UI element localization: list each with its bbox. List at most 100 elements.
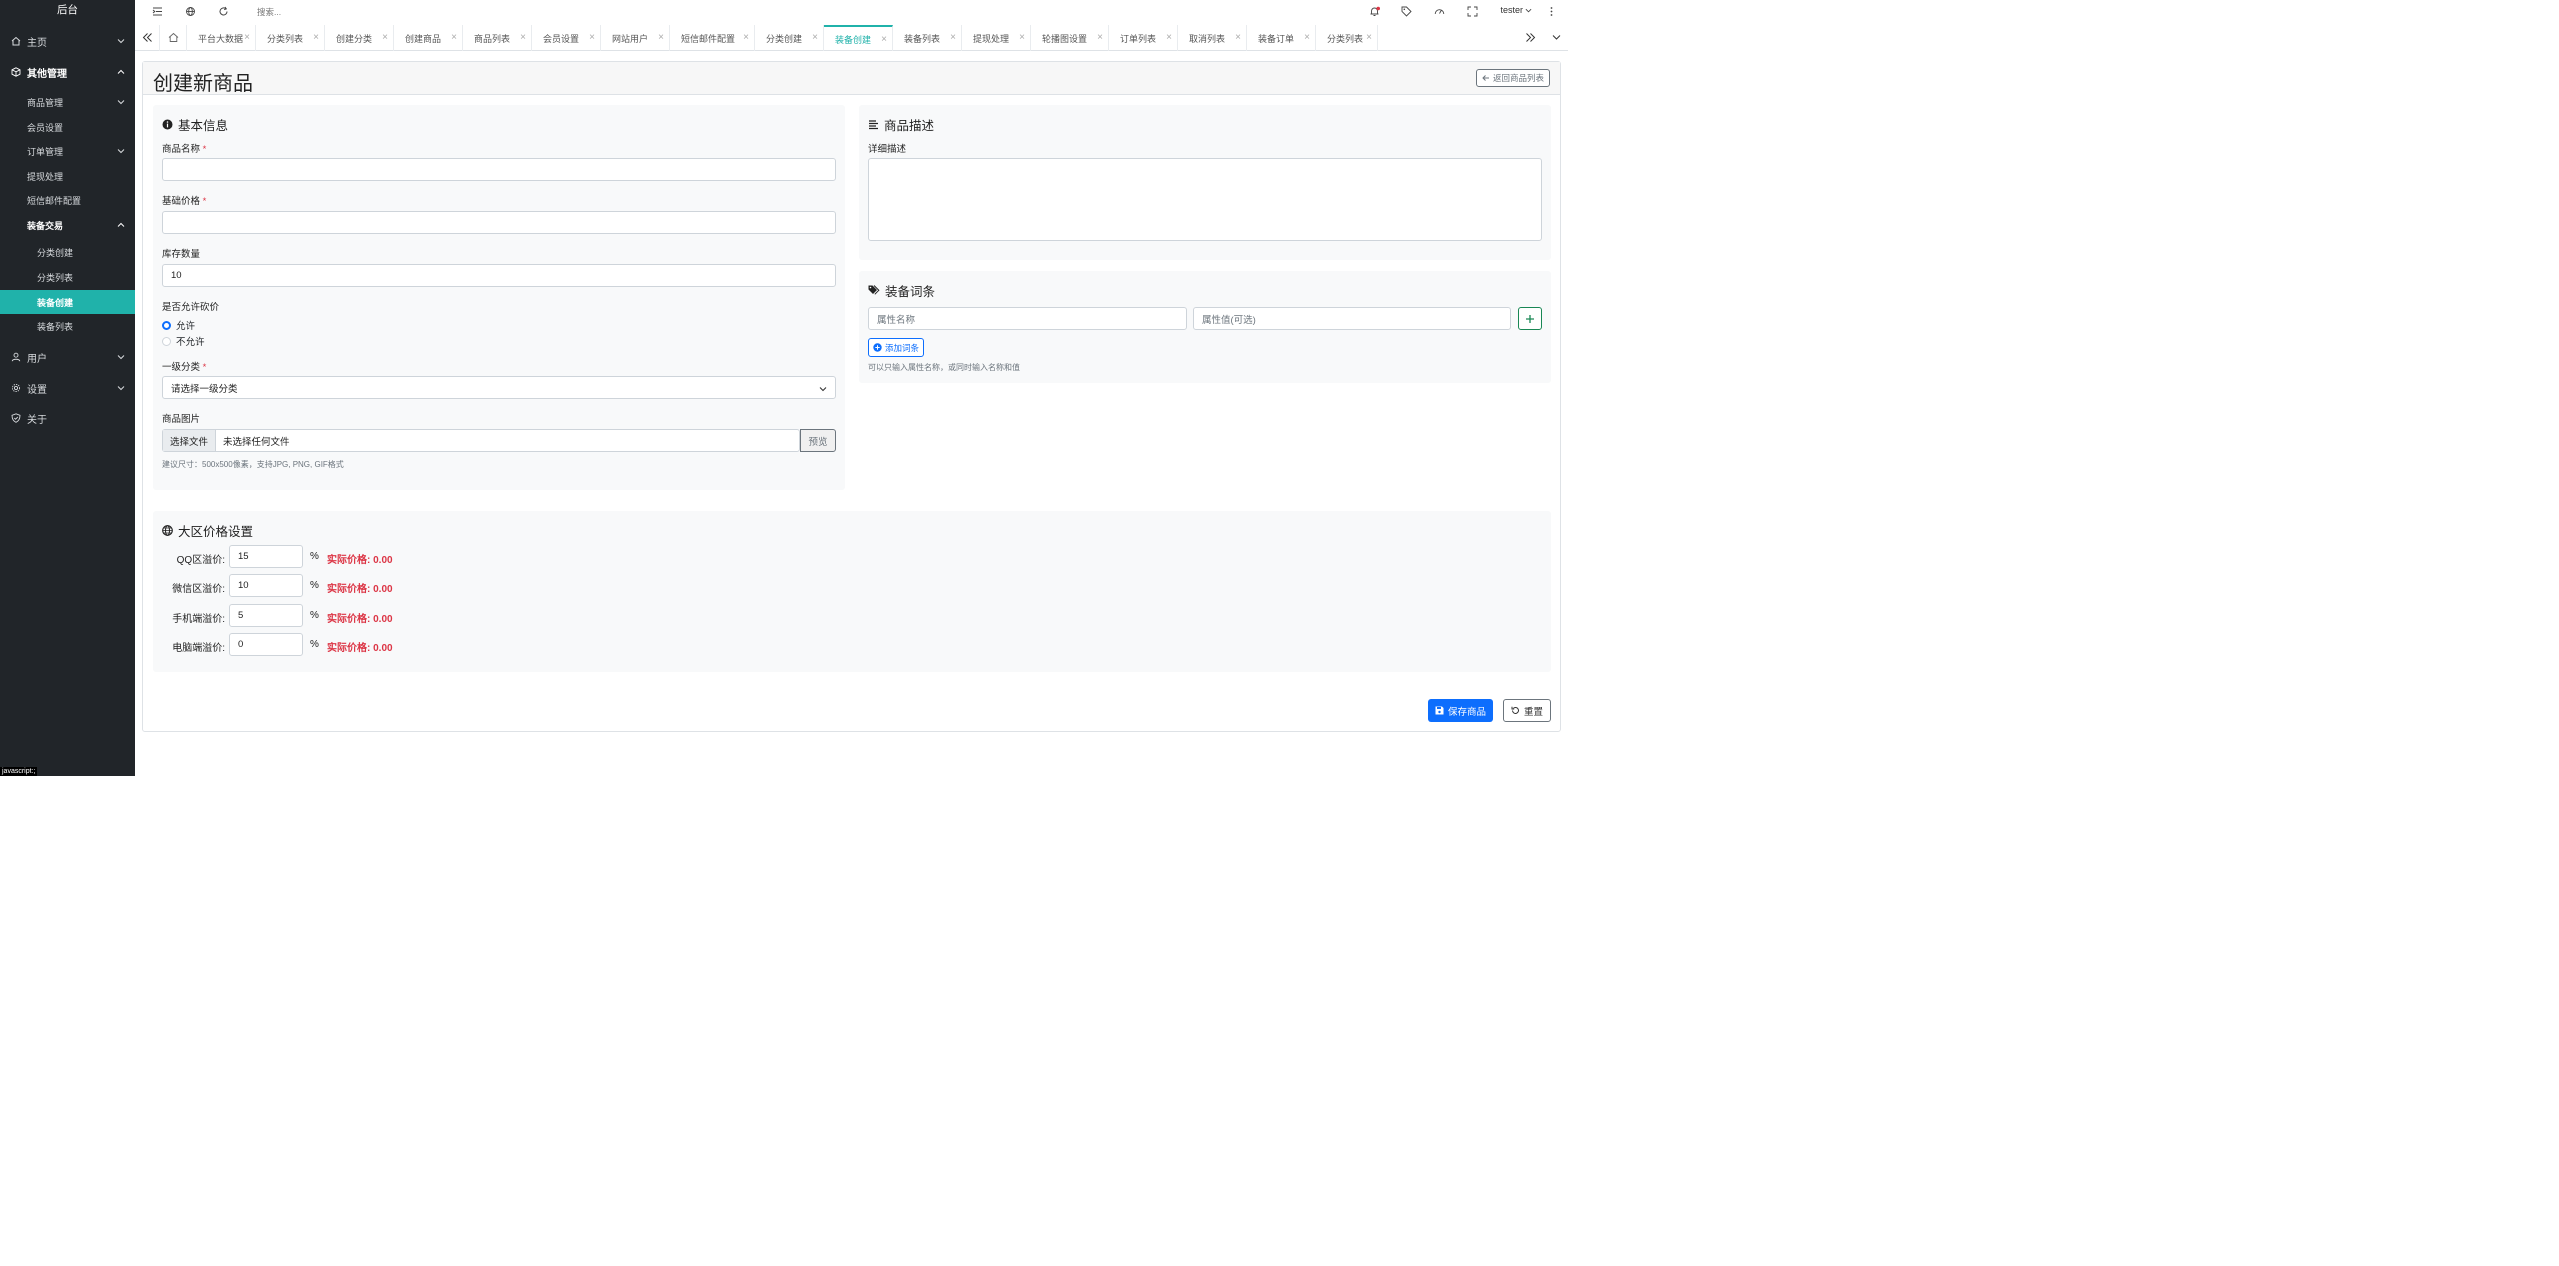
close-icon[interactable]: × [1019, 32, 1025, 43]
tab-item[interactable]: 会员设置 × [532, 25, 601, 51]
close-icon[interactable]: × [950, 32, 956, 43]
close-icon[interactable]: × [589, 32, 595, 43]
base-price-input[interactable] [162, 211, 836, 234]
close-icon[interactable]: × [244, 32, 250, 43]
attribute-value-input[interactable]: 属性值(可选) [1193, 307, 1511, 330]
wechat-region-input[interactable]: 10 [229, 574, 303, 597]
tab-item[interactable]: 装备创建 × [824, 25, 893, 51]
close-icon[interactable]: × [658, 32, 664, 43]
close-icon[interactable]: × [743, 32, 749, 43]
tab-item[interactable]: 短信邮件配置 × [670, 25, 755, 51]
user-menu[interactable]: tester [1500, 5, 1532, 15]
fullscreen-icon[interactable] [1467, 6, 1478, 17]
close-icon[interactable]: × [1235, 32, 1241, 43]
globe-icon[interactable] [185, 6, 196, 17]
close-icon[interactable]: × [1366, 32, 1372, 43]
sidebar-item-users[interactable]: 用户 [0, 345, 135, 369]
attributes-title: 装备词条 [868, 281, 935, 300]
sidebar-item-category-create[interactable]: 分类创建 [0, 240, 135, 264]
close-icon[interactable]: × [1304, 32, 1310, 43]
tab-item[interactable]: 分类列表 × [1316, 25, 1378, 51]
preview-button[interactable]: 预览 [800, 429, 836, 452]
sidebar-item-product-management[interactable]: 商品管理 [0, 90, 135, 114]
sidebar-item-category-list[interactable]: 分类列表 [0, 265, 135, 289]
pc-region-input[interactable]: 0 [229, 633, 303, 656]
basic-info-title: 基本信息 [162, 115, 228, 134]
tab-item[interactable]: 创建商品 × [394, 25, 463, 51]
add-attribute-button[interactable]: 添加词条 [868, 338, 925, 357]
sidebar-item-order-management[interactable]: 订单管理 [0, 139, 135, 163]
sidebar-item-home[interactable]: 主页 [0, 29, 135, 53]
tab-item[interactable]: 平台大数据 × [187, 25, 256, 51]
sidebar-item-withdrawal[interactable]: 提现处理 [0, 164, 135, 188]
tab-label: 分类创建 [766, 33, 803, 44]
choose-file-button[interactable]: 选择文件 [163, 430, 217, 451]
tab-item[interactable]: 订单列表 × [1109, 25, 1178, 51]
qq-region-real-price: 实际价格: 0.00 [327, 555, 393, 566]
tab-item[interactable]: 商品列表 × [463, 25, 532, 51]
mobile-region-input[interactable]: 5 [229, 604, 303, 627]
reset-button[interactable]: 重置 [1503, 699, 1552, 722]
tab-item[interactable]: 创建分类 × [325, 25, 394, 51]
tab-item[interactable]: 装备列表 × [893, 25, 962, 51]
bell-icon[interactable] [1369, 6, 1380, 17]
no-file-text: 未选择任何文件 [223, 436, 290, 448]
tab-item[interactable]: 网站用户 × [601, 25, 670, 51]
sidebar-item-label: 主页 [27, 37, 47, 49]
close-icon[interactable]: × [1097, 32, 1103, 43]
tab-item[interactable]: 提现处理 × [962, 25, 1031, 51]
tab-home[interactable] [159, 25, 187, 51]
double-chevron-right-icon[interactable] [1525, 32, 1536, 43]
qq-region-input[interactable]: 15 [229, 545, 303, 568]
close-icon[interactable]: × [451, 32, 457, 43]
sidebar-item-other-management[interactable]: 其他管理 [0, 60, 135, 84]
category-label: 一级分类 * [162, 359, 206, 373]
close-icon[interactable]: × [1166, 32, 1172, 43]
sidebar-item-equipment-create[interactable]: 装备创建 [0, 290, 135, 314]
tab-item[interactable]: 装备订单 × [1247, 25, 1316, 51]
detail-label: 详细描述 [868, 144, 907, 155]
close-icon[interactable]: × [812, 32, 818, 43]
tab-item[interactable]: 分类创建 × [755, 25, 824, 51]
menu-toggle-icon[interactable] [152, 6, 163, 17]
dashboard-icon[interactable] [1434, 6, 1445, 17]
product-name-input[interactable] [162, 158, 836, 181]
basic-info-panel: 基本信息 商品名称 * 基础价格 * 库存数量 10 是否允许砍价 允许 不允许… [153, 105, 845, 490]
sidebar-item-member-settings[interactable]: 会员设置 [0, 115, 135, 139]
sidebar-item-settings[interactable]: 设置 [0, 376, 135, 400]
tab-label: 商品列表 [474, 33, 511, 44]
category-select[interactable]: 请选择一级分类 [162, 376, 836, 399]
close-icon[interactable]: × [313, 32, 319, 43]
back-to-list-label: 返回商品列表 [1492, 73, 1544, 83]
search-input[interactable] [257, 3, 437, 20]
allow-bargain-radio[interactable]: 允许 [162, 318, 195, 332]
add-attribute-row-button[interactable] [1518, 307, 1542, 330]
description-textarea[interactable] [868, 158, 1542, 241]
refresh-icon[interactable] [218, 6, 229, 17]
image-file-input[interactable]: 选择文件 未选择任何文件 [162, 429, 800, 452]
close-icon[interactable]: × [382, 32, 388, 43]
chevron-down-icon[interactable] [1551, 32, 1562, 43]
disallow-bargain-radio[interactable]: 不允许 [162, 334, 205, 348]
sidebar-item-about[interactable]: 关于 [0, 406, 135, 430]
save-button[interactable]: 保存商品 [1428, 699, 1494, 722]
tag-icon[interactable] [1401, 6, 1412, 17]
back-to-list-button[interactable]: 返回商品列表 [1475, 69, 1550, 87]
close-icon[interactable]: × [520, 32, 526, 43]
close-icon[interactable]: × [881, 34, 887, 45]
tab-item[interactable]: 分类列表 × [256, 25, 325, 51]
sidebar-item-sms-email[interactable]: 短信邮件配置 [0, 188, 135, 212]
attribute-name-input[interactable]: 属性名称 [868, 307, 1187, 330]
more-vertical-icon[interactable] [1546, 6, 1557, 17]
description-title-text: 商品描述 [884, 119, 935, 133]
chevron-down-icon [819, 387, 827, 392]
tab-item[interactable]: 轮播图设置 × [1031, 25, 1109, 51]
gear-icon [11, 383, 21, 393]
sidebar-item-equipment-trade[interactable]: 装备交易 [0, 213, 135, 237]
sidebar-item-label: 其他管理 [27, 68, 67, 80]
sidebar-item-equipment-list[interactable]: 装备列表 [0, 314, 135, 338]
stock-input[interactable]: 10 [162, 264, 836, 287]
top-navbar: tester [135, 0, 1568, 23]
tab-item[interactable]: 取消列表 × [1178, 25, 1247, 51]
double-chevron-left-icon[interactable] [142, 32, 153, 43]
